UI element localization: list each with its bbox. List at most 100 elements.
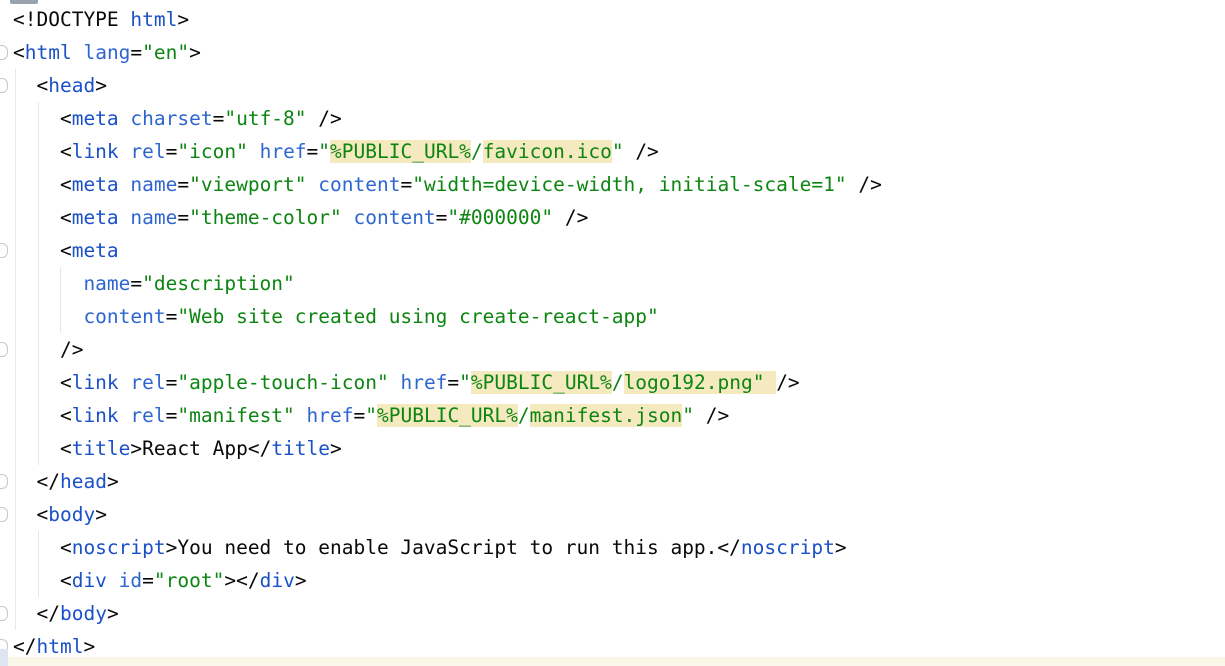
- code-segment: "#000000": [447, 206, 553, 229]
- code-segment: "viewport": [189, 173, 306, 196]
- code-segment: =: [166, 404, 178, 427]
- code-segment: html: [130, 8, 177, 31]
- code-segment: =: [130, 41, 142, 64]
- code-segment: <: [13, 437, 72, 460]
- injected-fragment: %PUBLIC_URL%: [330, 140, 471, 163]
- code-line[interactable]: />: [13, 333, 882, 366]
- injected-fragment: favicon.ico: [483, 140, 612, 163]
- code-segment: /: [518, 404, 530, 427]
- code-line[interactable]: <head>: [13, 69, 882, 102]
- code-line[interactable]: name="description": [13, 267, 882, 300]
- code-segment: ": [459, 371, 471, 394]
- code-segment: =: [307, 140, 319, 163]
- code-segment: "Web site created using create-react-app…: [177, 305, 658, 328]
- code-segment: >: [295, 569, 307, 592]
- code-segment: </: [13, 602, 60, 625]
- code-segment: name: [13, 272, 130, 295]
- code-line[interactable]: <meta: [13, 234, 882, 267]
- code-line[interactable]: <html lang="en">: [13, 36, 882, 69]
- code-segment: html: [25, 41, 72, 64]
- code-segment: React App: [142, 437, 248, 460]
- code-segment: meta: [72, 239, 119, 262]
- code-segment: ": [365, 404, 377, 427]
- code-segment: title: [271, 437, 330, 460]
- code-segment: body: [48, 503, 95, 526]
- code-segment: "apple-touch-icon": [177, 371, 388, 394]
- code-segment: href: [248, 140, 307, 163]
- code-segment: =: [447, 371, 459, 394]
- code-segment: </: [248, 437, 271, 460]
- code-segment: />: [847, 173, 882, 196]
- code-segment: =: [354, 404, 366, 427]
- code-segment: body: [60, 602, 107, 625]
- code-segment: meta: [72, 206, 119, 229]
- code-segment: div: [72, 569, 107, 592]
- code-line[interactable]: </body>: [13, 597, 882, 630]
- code-segment: >: [330, 437, 342, 460]
- code-segment: <: [13, 569, 72, 592]
- code-segment: noscript: [72, 536, 166, 559]
- code-segment: />: [776, 371, 799, 394]
- code-segment: html: [36, 635, 83, 658]
- code-segment: link: [72, 140, 119, 163]
- code-segment: =: [142, 569, 154, 592]
- code-segment: "icon": [177, 140, 247, 163]
- code-line[interactable]: <title>React App</title>: [13, 432, 882, 465]
- code-segment: <: [13, 74, 48, 97]
- horizontal-scrollbar-track[interactable]: [8, 657, 1225, 666]
- code-segment: "width=device-width, initial-scale=1": [412, 173, 846, 196]
- code-line[interactable]: <!DOCTYPE html>: [13, 3, 882, 36]
- injected-fragment: %PUBLIC_URL%: [471, 371, 612, 394]
- code-segment: id: [107, 569, 142, 592]
- code-segment: /: [612, 371, 624, 394]
- code-area[interactable]: <!DOCTYPE html><html lang="en"> <head> <…: [0, 3, 882, 663]
- code-line[interactable]: <link rel="apple-touch-icon" href="%PUBL…: [13, 366, 882, 399]
- code-segment: =: [166, 140, 178, 163]
- code-segment: name: [119, 173, 178, 196]
- code-line[interactable]: <meta name="viewport" content="width=dev…: [13, 168, 882, 201]
- code-segment: =: [166, 371, 178, 394]
- code-line[interactable]: <body>: [13, 498, 882, 531]
- code-segment: rel: [119, 371, 166, 394]
- code-segment: name: [119, 206, 178, 229]
- code-line[interactable]: <noscript>You need to enable JavaScript …: [13, 531, 882, 564]
- code-segment: meta: [72, 107, 119, 130]
- code-segment: <: [13, 536, 72, 559]
- code-segment: div: [260, 569, 295, 592]
- code-segment: ></: [224, 569, 259, 592]
- code-segment: "utf-8": [224, 107, 306, 130]
- code-segment: >: [107, 470, 119, 493]
- code-segment: link: [72, 371, 119, 394]
- code-segment: "manifest": [177, 404, 294, 427]
- code-segment: />: [553, 206, 588, 229]
- injected-fragment: logo192.png": [624, 371, 777, 394]
- code-line[interactable]: content="Web site created using create-r…: [13, 300, 882, 333]
- code-segment: "root": [154, 569, 224, 592]
- code-segment: <: [13, 41, 25, 64]
- code-segment: />: [694, 404, 729, 427]
- code-segment: >: [177, 8, 189, 31]
- code-line[interactable]: </head>: [13, 465, 882, 498]
- code-segment: link: [72, 404, 119, 427]
- code-segment: >: [95, 74, 107, 97]
- code-segment: <: [13, 107, 72, 130]
- code-segment: lang: [72, 41, 131, 64]
- code-segment: "theme-color": [189, 206, 342, 229]
- code-segment: </: [13, 470, 60, 493]
- code-segment: head: [48, 74, 95, 97]
- code-segment: "en": [142, 41, 189, 64]
- code-line[interactable]: <meta charset="utf-8" />: [13, 102, 882, 135]
- code-segment: </: [717, 536, 740, 559]
- code-segment: />: [624, 140, 659, 163]
- code-segment: >: [130, 437, 142, 460]
- code-segment: content: [13, 305, 166, 328]
- code-segment: =: [436, 206, 448, 229]
- code-segment: <: [13, 404, 72, 427]
- top-scrollbar-thumb[interactable]: [10, 0, 38, 4]
- code-line[interactable]: <meta name="theme-color" content="#00000…: [13, 201, 882, 234]
- code-line[interactable]: <div id="root"></div>: [13, 564, 882, 597]
- injected-fragment: %PUBLIC_URL%: [377, 404, 518, 427]
- code-line[interactable]: <link rel="icon" href="%PUBLIC_URL%/favi…: [13, 135, 882, 168]
- code-line[interactable]: <link rel="manifest" href="%PUBLIC_URL%/…: [13, 399, 882, 432]
- code-segment: <: [13, 371, 72, 394]
